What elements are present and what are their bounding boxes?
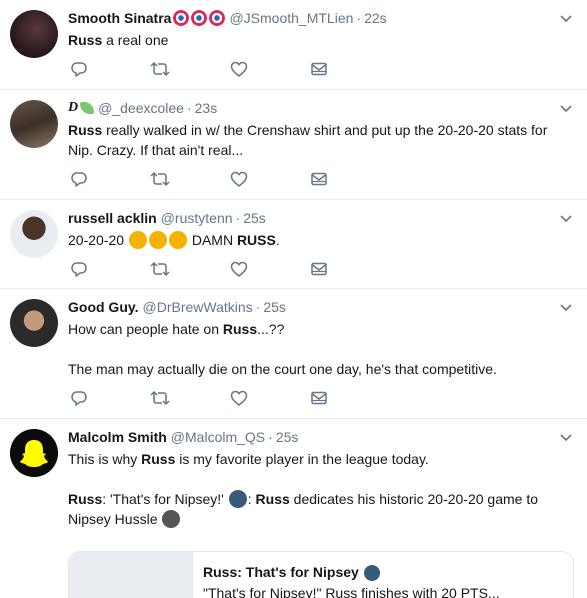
- tweet-actions: [68, 50, 390, 88]
- highlighted-keyword[interactable]: RUSS: [237, 232, 276, 248]
- author-handle[interactable]: @JSmooth_MTLien: [229, 10, 353, 26]
- tweet-text: Russ a real one: [68, 30, 577, 50]
- highlighted-keyword[interactable]: Russ: [68, 32, 102, 48]
- tweet-text: How can people hate on Russ...?? The man …: [68, 319, 577, 379]
- heart-icon[interactable]: [230, 60, 310, 78]
- timestamp[interactable]: 23s: [195, 100, 218, 116]
- tweet[interactable]: Malcolm Smith @Malcolm_QS · 25s This is …: [0, 419, 587, 598]
- reply-icon[interactable]: [70, 60, 150, 78]
- emoji-icon: [228, 490, 247, 508]
- card-description: "That's for Nipsey!" Russ finishes with …: [203, 585, 500, 598]
- separator-dot: ·: [255, 299, 261, 315]
- highlighted-keyword[interactable]: Russ: [223, 321, 257, 337]
- emoji-icon: [148, 231, 167, 249]
- tweet-paragraph: Russ a real one: [68, 32, 169, 48]
- tweet[interactable]: D @_deexcolee · 23s Russ really walked i…: [0, 90, 587, 200]
- separator-dot: ·: [186, 100, 192, 116]
- author-handle[interactable]: @rustytenn: [161, 210, 233, 226]
- chevron-down-icon[interactable]: [559, 433, 573, 443]
- author-handle[interactable]: @_deexcolee: [98, 100, 184, 116]
- tweet-paragraph: 20-20-20 DAMN RUSS.: [68, 231, 280, 249]
- author-name[interactable]: russell acklin: [68, 210, 157, 226]
- snapchat-ghost-icon: [10, 429, 58, 477]
- tweet[interactable]: Smooth Sinatra @JSmooth_MTLien · 22s Rus…: [0, 0, 587, 90]
- avatar[interactable]: [10, 299, 58, 347]
- avatar[interactable]: [10, 10, 58, 58]
- retweet-icon[interactable]: [150, 60, 230, 78]
- tweet-text: This is why Russ is my favorite player i…: [68, 449, 577, 529]
- tweet-actions: [68, 250, 390, 288]
- emoji-icon: [168, 231, 187, 249]
- heart-icon[interactable]: [230, 260, 310, 278]
- speaking-head-icon: [363, 565, 380, 581]
- chevron-down-icon[interactable]: [559, 214, 573, 224]
- highlighted-keyword[interactable]: Russ: [68, 122, 102, 138]
- author-name[interactable]: D: [68, 100, 78, 116]
- tweet-text: 20-20-20 DAMN RUSS.: [68, 230, 577, 250]
- emoji-icon: [128, 231, 147, 249]
- leaf-emoji-icon: [80, 102, 95, 114]
- retweet-icon[interactable]: [150, 389, 230, 407]
- envelope-icon[interactable]: [310, 170, 390, 188]
- heart-icon[interactable]: [230, 170, 310, 188]
- author-name[interactable]: Good Guy.: [68, 299, 139, 315]
- reply-icon[interactable]: [70, 260, 150, 278]
- chevron-down-icon[interactable]: [559, 14, 573, 24]
- target-emoji-icon: [173, 10, 190, 26]
- author-handle[interactable]: @DrBrewWatkins: [143, 299, 253, 315]
- emoji-icon: [162, 510, 181, 528]
- envelope-icon[interactable]: [310, 60, 390, 78]
- highlighted-keyword[interactable]: Russ: [68, 491, 102, 507]
- tweet[interactable]: Good Guy. @DrBrewWatkins · 25s How can p…: [0, 289, 587, 419]
- tweet-paragraph: How can people hate on Russ...??: [68, 321, 285, 337]
- tweet-paragraph: Russ: 'That's for Nipsey!' : Russ dedica…: [68, 490, 539, 528]
- highlighted-keyword[interactable]: Russ: [256, 491, 290, 507]
- separator-dot: ·: [356, 10, 362, 26]
- tweet-paragraph: Russ really walked in w/ the Crenshaw sh…: [68, 122, 548, 158]
- timestamp[interactable]: 25s: [263, 299, 286, 315]
- chevron-down-icon[interactable]: [559, 303, 573, 313]
- retweet-icon[interactable]: [150, 170, 230, 188]
- link-card[interactable]: Russ: That's for Nipsey "That's for Nips…: [68, 551, 574, 598]
- author-name[interactable]: Malcolm Smith: [68, 429, 167, 445]
- chevron-down-icon[interactable]: [559, 104, 573, 114]
- target-emoji-icon: [191, 10, 208, 26]
- author-handle[interactable]: @Malcolm_QS: [171, 429, 265, 445]
- retweet-icon[interactable]: [150, 260, 230, 278]
- tweet-feed: Smooth Sinatra @JSmooth_MTLien · 22s Rus…: [0, 0, 587, 598]
- tweet-text: Russ really walked in w/ the Crenshaw sh…: [68, 120, 577, 160]
- separator-dot: ·: [268, 429, 273, 445]
- timestamp[interactable]: 22s: [364, 10, 387, 26]
- avatar[interactable]: [10, 100, 58, 148]
- tweet-actions: [68, 379, 390, 417]
- card-thumbnail: [69, 552, 193, 598]
- tweet[interactable]: russell acklin @rustytenn · 25s 20-20-20…: [0, 200, 587, 289]
- envelope-icon[interactable]: [310, 389, 390, 407]
- target-emoji-icon: [209, 10, 226, 26]
- tweet-actions: [68, 160, 390, 198]
- highlighted-keyword[interactable]: Russ: [141, 451, 175, 467]
- author-name[interactable]: Smooth Sinatra: [68, 10, 171, 26]
- separator-dot: ·: [235, 210, 241, 226]
- timestamp[interactable]: 25s: [276, 429, 299, 445]
- tweet-paragraph: The man may actually die on the court on…: [68, 361, 497, 377]
- timestamp[interactable]: 25s: [243, 210, 266, 226]
- envelope-icon[interactable]: [310, 260, 390, 278]
- tweet-paragraph: This is why Russ is my favorite player i…: [68, 451, 429, 467]
- reply-icon[interactable]: [70, 389, 150, 407]
- reply-icon[interactable]: [70, 170, 150, 188]
- card-title: Russ: That's for Nipsey: [203, 564, 500, 581]
- avatar[interactable]: [10, 210, 58, 258]
- avatar[interactable]: [10, 429, 58, 477]
- heart-icon[interactable]: [230, 389, 310, 407]
